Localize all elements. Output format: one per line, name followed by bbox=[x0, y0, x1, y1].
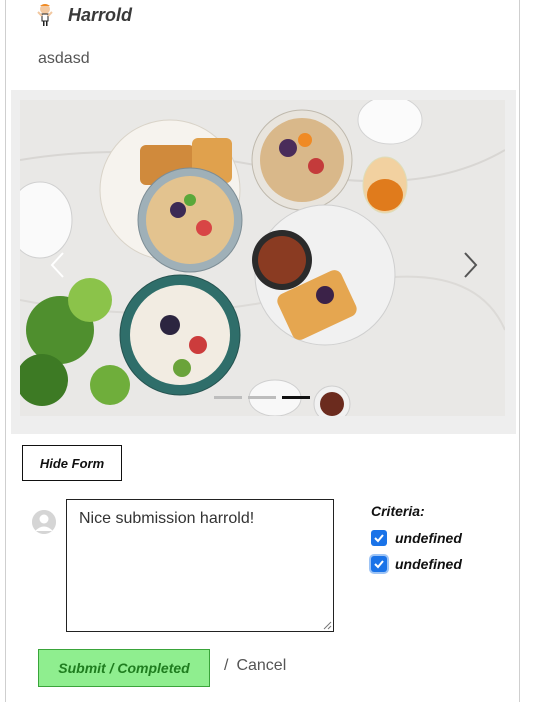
criteria-title: Criteria: bbox=[371, 503, 425, 519]
criteria-item: undefined bbox=[371, 551, 462, 577]
criteria-item: undefined bbox=[371, 525, 462, 551]
carousel-indicator-active[interactable] bbox=[282, 396, 310, 399]
chevron-left-icon bbox=[50, 252, 64, 278]
card-border-right bbox=[519, 0, 520, 702]
post-header: Harrold bbox=[34, 0, 132, 30]
carousel-prev-button[interactable] bbox=[46, 250, 70, 280]
carousel-image bbox=[20, 100, 505, 416]
check-icon bbox=[374, 560, 384, 569]
user-name: Harrold bbox=[68, 4, 133, 25]
post-text: asdasd bbox=[38, 50, 90, 67]
card-border-left bbox=[5, 0, 6, 702]
comment-text: Nice submission harrold! bbox=[79, 510, 255, 527]
resize-grip-icon[interactable] bbox=[323, 621, 332, 630]
submit-completed-button[interactable]: Submit / Completed bbox=[38, 649, 210, 687]
carousel-next-button[interactable] bbox=[458, 250, 482, 280]
cancel-area: / Cancel bbox=[224, 657, 286, 675]
commenter-avatar-icon bbox=[32, 510, 56, 534]
carousel-indicator[interactable] bbox=[248, 396, 276, 399]
carousel-indicators bbox=[214, 396, 310, 399]
image-carousel bbox=[11, 90, 516, 434]
separator: / bbox=[224, 657, 229, 674]
criteria-label: undefined bbox=[395, 556, 462, 572]
hide-form-button[interactable]: Hide Form bbox=[22, 445, 122, 481]
criteria-label: undefined bbox=[395, 530, 462, 546]
cancel-link[interactable]: Cancel bbox=[236, 657, 286, 674]
check-icon bbox=[374, 534, 384, 543]
carousel-indicator[interactable] bbox=[214, 396, 242, 399]
user-avatar-icon bbox=[34, 2, 56, 28]
chevron-right-icon bbox=[464, 252, 478, 278]
criteria-panel: Criteria: undefined undefined bbox=[371, 503, 462, 577]
criteria-checkbox[interactable] bbox=[371, 530, 387, 546]
comment-textarea[interactable]: Nice submission harrold! bbox=[66, 499, 334, 632]
criteria-checkbox[interactable] bbox=[371, 556, 387, 572]
